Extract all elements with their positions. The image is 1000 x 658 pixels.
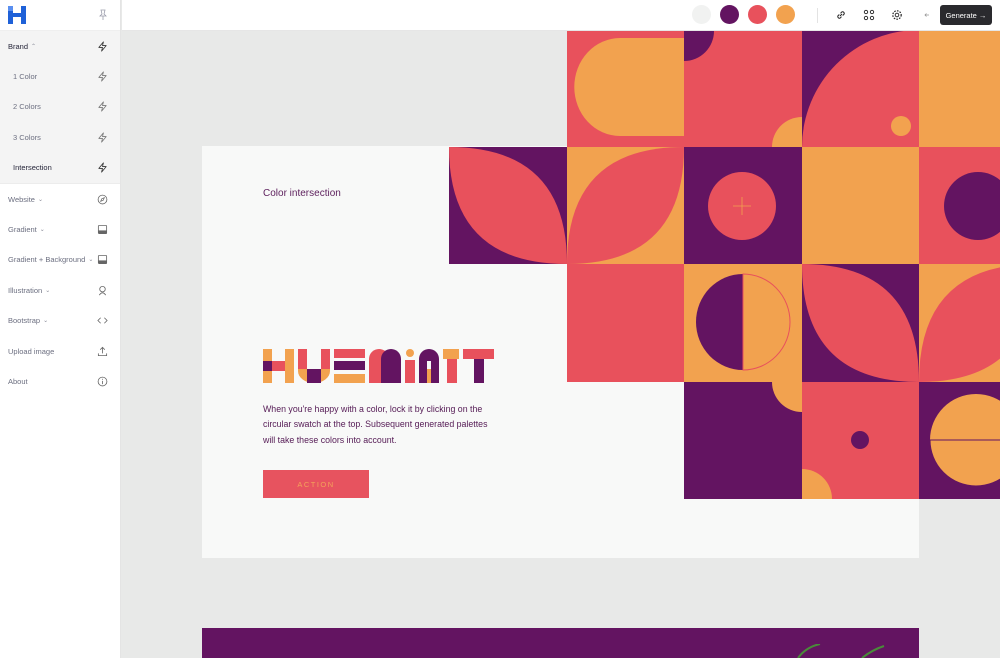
sidebar-item-website[interactable]: Website ⌄ [0,184,120,214]
sidebar-item-illustration[interactable]: Illustration ⌄ [0,275,120,305]
sidebar-item-label: Brand [8,41,29,51]
huemint-wordmark [263,349,494,383]
chevron-down-icon: ⌄ [45,287,51,294]
gear-icon[interactable] [891,9,903,21]
action-button[interactable]: ACTION [263,470,369,498]
code-icon [97,317,108,324]
sidebar-item-label: 1 Color [13,72,38,82]
bolt-icon [98,162,107,173]
sidebar-item-label: Upload image [8,346,55,356]
sidebar-item-label: Gradient + Background [8,255,86,265]
toolbar-divider [817,8,818,23]
swatch-purple[interactable] [720,5,739,24]
sidebar-item-label: Illustration [8,285,43,295]
swatch-coral[interactable] [748,5,767,24]
bolt-icon [98,41,107,52]
generate-button[interactable]: Generate → [940,5,992,25]
chevron-down-icon: ⌄ [43,318,49,325]
sidebar-item-label: 2 Colors [13,102,41,112]
huemint-logo[interactable] [8,6,26,24]
pattern-tile [919,147,1000,264]
swatch-light[interactable] [692,5,711,24]
bolt-icon [98,101,107,112]
chevron-down-icon: ⌄ [39,227,45,234]
chevron-down-icon: ⌄ [37,196,43,203]
top-toolbar: Generate → [122,0,1000,31]
hero-description: When you're happy with a color, lock it … [263,404,488,445]
next-section-band [202,628,919,658]
brand-group: Brand ⌃ 1 Color 2 Colors 3 Colors Interse… [0,31,120,184]
sidebar-item-brand[interactable]: Brand ⌃ [0,31,120,62]
chevron-up-icon: ⌃ [31,43,37,50]
arrow-left-icon[interactable] [921,9,933,21]
swatch-orange[interactable] [776,5,795,24]
hero-title: Color intersection [263,188,341,199]
chevron-down-icon: ⌄ [88,257,94,264]
sidebar-item-upload-image[interactable]: Upload image [0,336,120,366]
info-icon [97,376,108,387]
pattern-tile [919,382,1000,499]
gradient-icon [97,255,108,265]
sidebar-item-gradient[interactable]: Gradient ⌄ [0,214,120,244]
shuffle-icon[interactable] [863,9,875,21]
sidebar-item-1-color[interactable]: 1 Color [0,61,120,92]
sidebar-item-about[interactable]: About [0,366,120,396]
sidebar-item-label: Bootstrap [8,316,41,326]
link-icon[interactable] [835,9,847,21]
sidebar-item-intersection[interactable]: Intersection [0,152,120,183]
sidebar-item-bootstrap[interactable]: Bootstrap ⌄ [0,306,120,336]
sidebar-item-gradient-background[interactable]: Gradient + Background ⌄ [0,245,120,275]
sidebar-item-label: Website [8,194,35,204]
illustration-icon [98,285,107,296]
sidebar-item-label: About [8,376,28,386]
upload-icon [97,346,108,356]
sidebar-item-label: 3 Colors [13,132,41,142]
bolt-icon [98,132,107,143]
sidebar-header [0,0,120,31]
pattern-tile [567,31,684,147]
sidebar-item-label: Intersection [13,163,52,173]
pattern-tile [919,31,1000,147]
gradient-icon [97,224,108,235]
bolt-icon [98,71,107,82]
leaf-illustration [797,644,885,658]
sidebar-item-label: Gradient [8,225,37,235]
sidebar: Brand ⌃ 1 Color 2 Colors 3 Colors Interse… [0,0,121,658]
sidebar-item-3-colors[interactable]: 3 Colors [0,122,120,153]
compass-icon [97,194,108,204]
sidebar-item-2-colors[interactable]: 2 Colors [0,91,120,123]
pattern-tile [919,264,1000,382]
hero-card: Color intersection When you're happy wit… [202,146,919,558]
pin-icon[interactable] [98,9,108,21]
